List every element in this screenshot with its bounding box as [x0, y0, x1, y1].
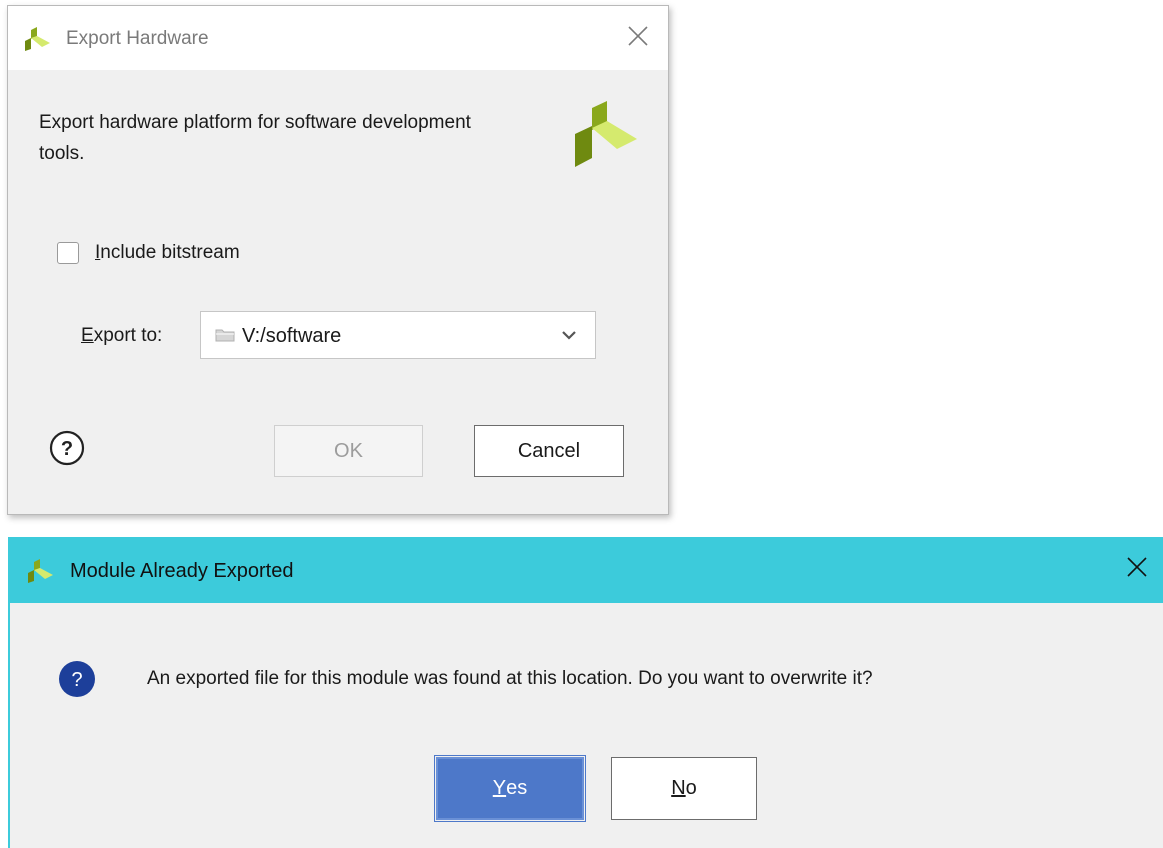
close-icon[interactable] — [1126, 556, 1148, 578]
include-bitstream-row[interactable]: Include bitstream — [57, 240, 240, 266]
ok-button[interactable]: OK — [274, 425, 423, 477]
vivado-logo-icon — [28, 559, 53, 583]
help-icon[interactable]: ? — [49, 430, 85, 466]
export-to-dropdown[interactable]: V:/software — [200, 311, 596, 359]
close-icon[interactable] — [626, 24, 650, 48]
export-hardware-dialog: Export Hardware Export hardware platform… — [7, 5, 669, 515]
export-to-label: Export to: — [81, 325, 163, 346]
export-hardware-title-bar: Export Hardware — [8, 6, 668, 70]
folder-icon — [215, 329, 235, 342]
export-hardware-title: Export Hardware — [66, 28, 209, 49]
module-already-exported-dialog: Module Already Exported ? An exported fi… — [8, 537, 1163, 848]
svg-text:?: ? — [61, 438, 73, 460]
cancel-button[interactable]: Cancel — [474, 425, 624, 477]
module-exported-title-bar: Module Already Exported — [8, 537, 1163, 603]
include-bitstream-label[interactable]: Include bitstream — [95, 242, 240, 264]
question-icon: ? — [59, 661, 95, 697]
vivado-logo-icon — [25, 27, 50, 51]
yes-button[interactable]: Yes — [434, 755, 586, 822]
include-bitstream-checkbox[interactable] — [57, 242, 79, 264]
export-description: Export hardware platform for software de… — [39, 112, 471, 164]
no-button[interactable]: No — [611, 757, 757, 820]
svg-text:?: ? — [71, 669, 82, 691]
export-to-value: V:/software — [242, 325, 342, 347]
module-exported-title: Module Already Exported — [70, 560, 294, 582]
chevron-down-icon[interactable] — [561, 330, 577, 340]
vivado-logo-icon — [575, 101, 637, 167]
overwrite-message: An exported file for this module was fou… — [147, 668, 873, 689]
